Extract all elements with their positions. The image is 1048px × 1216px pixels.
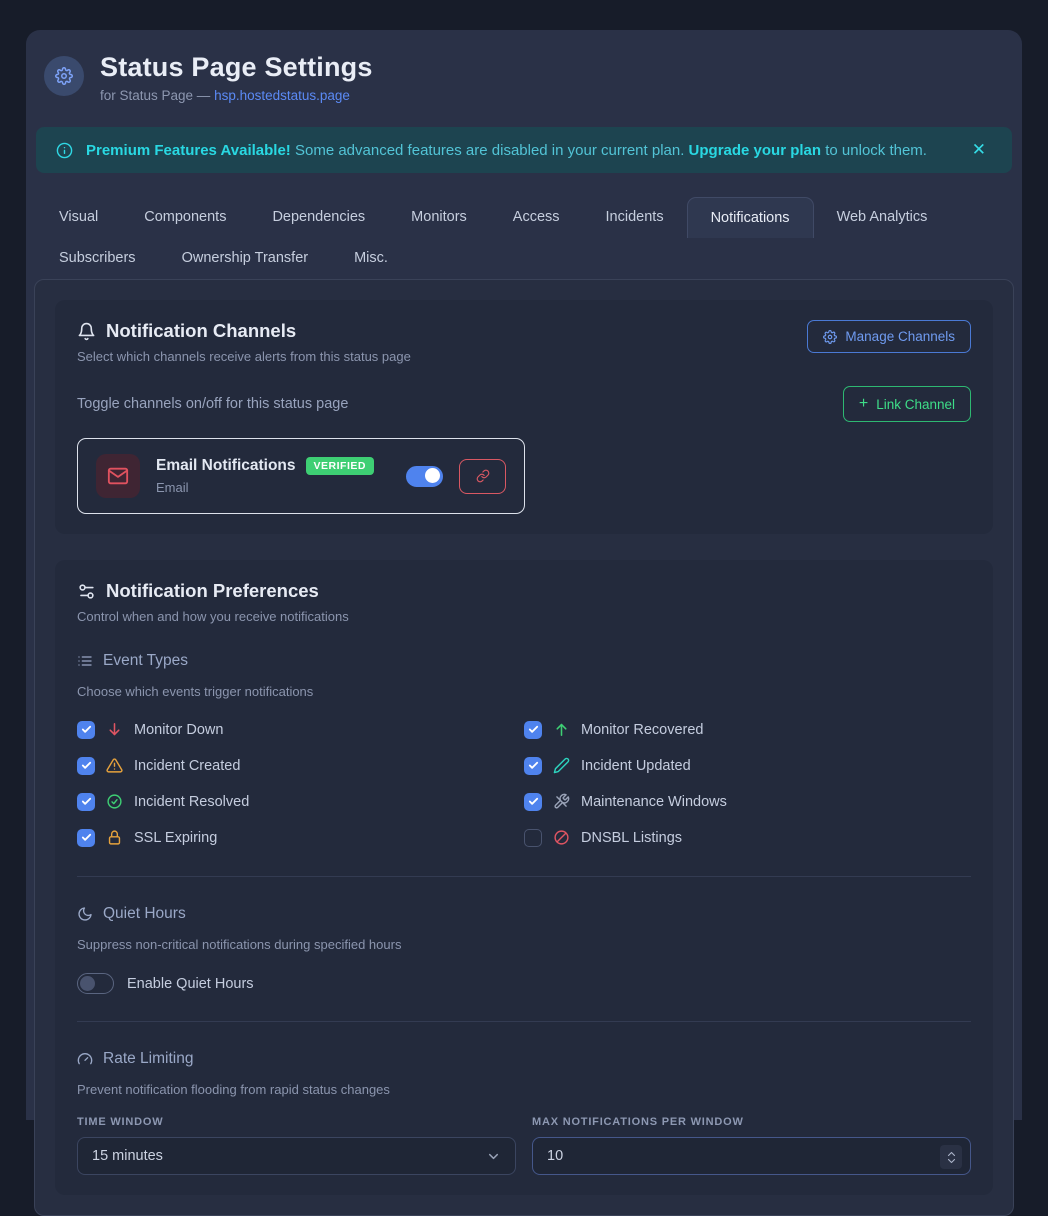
- section-divider: [77, 1021, 971, 1022]
- tab-components[interactable]: Components: [121, 197, 249, 238]
- event-item: DNSBL Listings: [524, 826, 971, 849]
- checkbox[interactable]: [77, 757, 95, 775]
- manage-channels-button[interactable]: Manage Channels: [807, 320, 971, 353]
- rate-limiting-subtitle: Prevent notification flooding from rapid…: [77, 1082, 971, 1097]
- quiet-hours-subtitle: Suppress non-critical notifications duri…: [77, 937, 971, 952]
- bell-icon: [77, 322, 96, 341]
- rate-limiting-heading: Rate Limiting: [77, 1050, 971, 1068]
- time-window-select[interactable]: 15 minutes: [77, 1137, 516, 1175]
- channels-card-title-row: Notification Channels: [77, 320, 411, 342]
- tab-dependencies[interactable]: Dependencies: [249, 197, 388, 238]
- tab-bar: VisualComponentsDependenciesMonitorsAcce…: [34, 197, 1014, 279]
- event-types-heading: Event Types: [77, 652, 971, 670]
- link-channel-button[interactable]: + Link Channel: [843, 386, 971, 422]
- manage-channels-label: Manage Channels: [845, 329, 955, 344]
- event-item: Incident Resolved: [77, 790, 524, 813]
- banner-message: Premium Features Available! Some advance…: [86, 142, 927, 159]
- event-item: Incident Created: [77, 754, 524, 777]
- tab-incidents[interactable]: Incidents: [583, 197, 687, 238]
- upgrade-plan-link[interactable]: Upgrade your plan: [689, 142, 822, 159]
- arrow-down-icon: [106, 721, 123, 738]
- tab-notifications[interactable]: Notifications: [687, 197, 814, 238]
- chevron-down-icon: [947, 1158, 956, 1164]
- checkbox[interactable]: [77, 829, 95, 847]
- check-circle-icon: [106, 793, 123, 810]
- gear-icon: [44, 56, 84, 96]
- event-item: Incident Updated: [524, 754, 971, 777]
- gear-icon: [823, 330, 837, 344]
- preferences-card-title-row: Notification Preferences: [77, 580, 971, 602]
- notification-preferences-card: Notification Preferences Control when an…: [55, 560, 993, 1195]
- page-header: Status Page Settings for Status Page — h…: [44, 52, 1014, 103]
- channel-name: Email Notifications: [156, 457, 296, 475]
- email-channel-toggle[interactable]: [406, 466, 443, 487]
- notifications-tab-panel: Notification Channels Select which chann…: [34, 279, 1014, 1216]
- max-notifications-input[interactable]: 10: [532, 1137, 971, 1175]
- quiet-hours-heading: Quiet Hours: [77, 905, 971, 923]
- channel-type: Email: [156, 480, 390, 495]
- tab-visual[interactable]: Visual: [36, 197, 121, 238]
- banner-close-icon[interactable]: ✕: [966, 136, 992, 164]
- toggle-channels-hint: Toggle channels on/off for this status p…: [77, 396, 348, 412]
- tab-web-analytics[interactable]: Web Analytics: [814, 197, 951, 238]
- checkbox[interactable]: [524, 793, 542, 811]
- checkbox[interactable]: [524, 829, 542, 847]
- tab-monitors[interactable]: Monitors: [388, 197, 490, 238]
- preferences-card-subtitle: Control when and how you receive notific…: [77, 609, 971, 624]
- tab-access[interactable]: Access: [490, 197, 583, 238]
- link-channel-label: Link Channel: [876, 397, 955, 412]
- info-icon: [56, 142, 73, 159]
- chevron-up-icon: [947, 1151, 956, 1157]
- link-icon: [476, 469, 490, 483]
- event-item: Maintenance Windows: [524, 790, 971, 813]
- unlink-channel-button[interactable]: [459, 459, 506, 494]
- tab-ownership-transfer[interactable]: Ownership Transfer: [159, 238, 332, 279]
- chevron-down-icon: [486, 1149, 501, 1164]
- tab-misc[interactable]: Misc.: [331, 238, 411, 279]
- checkbox[interactable]: [77, 721, 95, 739]
- number-stepper[interactable]: [940, 1145, 962, 1169]
- event-item: Monitor Recovered: [524, 718, 971, 741]
- preferences-card-title: Notification Preferences: [106, 580, 319, 602]
- event-types-subtitle: Choose which events trigger notification…: [77, 684, 971, 699]
- pencil-icon: [553, 757, 570, 774]
- quiet-hours-toggle-label: Enable Quiet Hours: [127, 976, 254, 992]
- moon-icon: [77, 906, 93, 922]
- email-channel-card: Email Notifications VERIFIED Email: [77, 438, 525, 514]
- time-window-label: TIME WINDOW: [77, 1116, 516, 1128]
- warning-triangle-icon: [106, 757, 123, 774]
- checkbox[interactable]: [524, 721, 542, 739]
- list-icon: [77, 653, 93, 669]
- checkbox[interactable]: [524, 757, 542, 775]
- tab-subscribers[interactable]: Subscribers: [36, 238, 159, 279]
- event-item: Monitor Down: [77, 718, 524, 741]
- lock-icon: [106, 829, 123, 846]
- sliders-icon: [77, 582, 96, 601]
- notification-channels-card: Notification Channels Select which chann…: [55, 300, 993, 534]
- ban-icon: [553, 829, 570, 846]
- arrow-up-icon: [553, 721, 570, 738]
- email-icon: [96, 454, 140, 498]
- gauge-icon: [77, 1051, 93, 1067]
- status-page-domain-link[interactable]: hsp.hostedstatus.page: [214, 88, 350, 103]
- section-divider: [77, 876, 971, 877]
- plus-icon: +: [859, 395, 868, 413]
- premium-banner: Premium Features Available! Some advance…: [36, 127, 1012, 173]
- channels-card-title: Notification Channels: [106, 320, 296, 342]
- event-item: SSL Expiring: [77, 826, 524, 849]
- verified-badge: VERIFIED: [306, 457, 374, 475]
- quiet-hours-toggle[interactable]: [77, 973, 114, 994]
- settings-page: Status Page Settings for Status Page — h…: [26, 30, 1022, 1120]
- event-types-grid: Monitor Down Monitor Recovered Incident …: [77, 718, 971, 849]
- page-title: Status Page Settings: [100, 52, 373, 83]
- page-subtitle: for Status Page — hsp.hostedstatus.page: [100, 88, 373, 103]
- channels-card-subtitle: Select which channels receive alerts fro…: [77, 349, 411, 364]
- max-notifications-label: MAX NOTIFICATIONS PER WINDOW: [532, 1116, 971, 1128]
- checkbox[interactable]: [77, 793, 95, 811]
- tools-icon: [553, 793, 570, 810]
